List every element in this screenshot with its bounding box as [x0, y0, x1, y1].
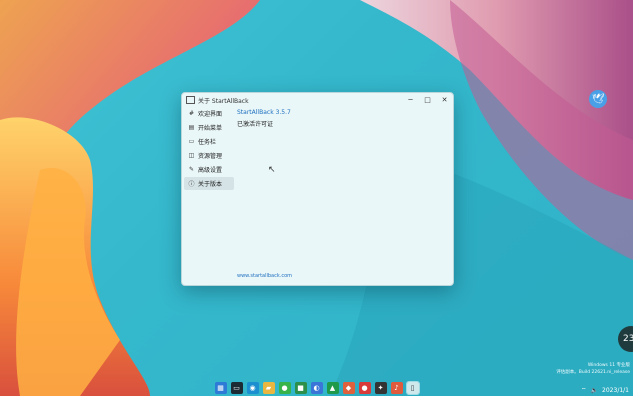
- edge-icon[interactable]: ◉: [246, 382, 259, 394]
- busy-cursor-icon: ↖: [268, 165, 276, 175]
- sidebar-item-explorer[interactable]: ◫ 资源管理: [184, 149, 234, 162]
- hash-icon: #: [188, 110, 195, 117]
- sidebar-item-label: 欢迎界面: [198, 111, 223, 118]
- app-blue-icon[interactable]: ◐: [310, 382, 323, 394]
- task-view-icon[interactable]: ▭: [230, 382, 243, 394]
- window-controls: ─ □ ✕: [402, 93, 453, 107]
- file-explorer-icon[interactable]: ▰: [262, 382, 275, 394]
- watermark-line: 评估副本。Build 22621.ni_release: [556, 370, 630, 375]
- maximize-button[interactable]: □: [419, 93, 436, 107]
- website-link[interactable]: www.startallback.com: [237, 273, 292, 279]
- sidebar-item-label: 任务栏: [198, 139, 217, 146]
- sidebar-item-label: 开始菜单: [198, 125, 223, 132]
- app-dark-icon[interactable]: ✦: [374, 382, 387, 394]
- start-icon[interactable]: ▦: [214, 382, 227, 394]
- start-menu-icon: ▤: [188, 124, 195, 131]
- clock[interactable]: 2023/1/1: [602, 387, 629, 394]
- startallback-window: 关于 StartAllBack ─ □ ✕ # 欢迎界面 ▤ 开始菜单 ▭ 任务…: [181, 92, 454, 286]
- info-icon: ⓘ: [188, 181, 195, 188]
- app-leaf-icon[interactable]: ▲: [326, 382, 339, 394]
- sidebar-item-label: 资源管理: [198, 153, 223, 160]
- minimize-button[interactable]: ─: [402, 93, 419, 107]
- sidebar: # 欢迎界面 ▤ 开始菜单 ▭ 任务栏 ◫ 资源管理 ✎ 高级设置 ⓘ 关于版本: [184, 107, 234, 191]
- watermark-line: Windows 11 专业版: [587, 363, 630, 368]
- license-status: 已激活许可证: [237, 121, 274, 128]
- sidebar-item-label: 关于版本: [198, 181, 223, 188]
- about-panel: StartAllBack 3.5.7 已激活许可证: [237, 109, 291, 128]
- wechat-icon[interactable]: ●: [278, 382, 291, 394]
- sidebar-item-start-menu[interactable]: ▤ 开始菜单: [184, 121, 234, 134]
- app-red-icon[interactable]: ●: [358, 382, 371, 394]
- explorer-icon: ◫: [188, 152, 195, 159]
- sidebar-item-label: 高级设置: [198, 167, 223, 174]
- app-music-icon[interactable]: ♪: [390, 382, 403, 394]
- network-icon[interactable]: ⌔: [581, 386, 587, 394]
- close-button[interactable]: ✕: [436, 93, 453, 107]
- app-orange-icon[interactable]: ◆: [342, 382, 355, 394]
- sidebar-item-welcome[interactable]: # 欢迎界面: [184, 107, 234, 120]
- startallback-taskbar-icon[interactable]: ▯: [405, 381, 420, 395]
- wrench-icon: ✎: [188, 166, 195, 173]
- taskbar-icon: ▭: [188, 138, 195, 145]
- app-version-link[interactable]: StartAllBack 3.5.7: [237, 109, 291, 116]
- sidebar-item-about[interactable]: ⓘ 关于版本: [184, 177, 234, 190]
- system-tray: ⌔ 🔈 2023/1/1: [577, 386, 629, 395]
- window-title: 关于 StartAllBack: [198, 97, 249, 105]
- windows-watermark: Windows 11 专业版 评估副本。Build 22621.ni_relea…: [556, 362, 630, 376]
- sidebar-item-advanced[interactable]: ✎ 高级设置: [184, 163, 234, 176]
- bird-app-icon[interactable]: 🕊: [589, 90, 607, 108]
- title-bar[interactable]: 关于 StartAllBack ─ □ ✕: [182, 93, 453, 107]
- sidebar-item-taskbar[interactable]: ▭ 任务栏: [184, 135, 234, 148]
- app-green-icon[interactable]: ■: [294, 382, 307, 394]
- volume-icon[interactable]: 🔈: [591, 387, 598, 394]
- app-icon: [186, 96, 195, 104]
- taskbar: ▦ ▭ ◉ ▰ ● ■ ◐ ▲ ◆ ● ✦ ♪ ▯ ⌔ 🔈 2023/1/1: [0, 380, 633, 396]
